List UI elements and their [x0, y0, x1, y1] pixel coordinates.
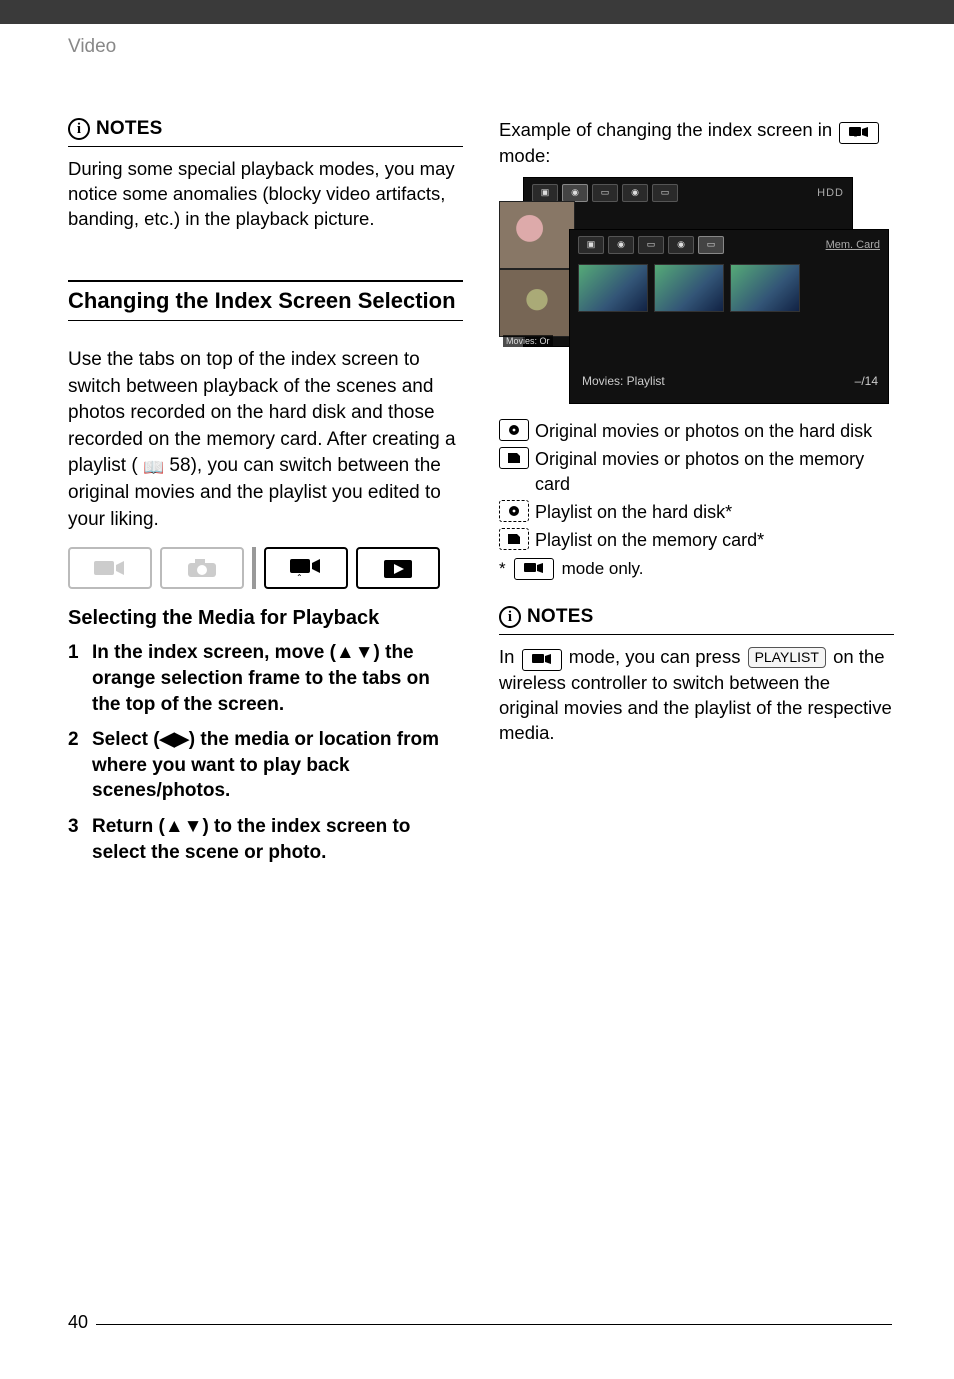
mode-camcorder-rec	[68, 547, 152, 589]
hdd-icon	[499, 419, 529, 441]
page-ref: 58	[169, 455, 190, 476]
top-dark-bar	[0, 0, 954, 24]
playlist-button-label: PLAYLIST	[748, 647, 826, 668]
info-icon: i	[68, 118, 90, 140]
tab-icon: ▣	[532, 184, 558, 202]
notes-heading-row: i NOTES	[499, 606, 894, 628]
tab-icon: ◉	[608, 236, 634, 254]
notes-underline	[499, 634, 894, 635]
front-caption-left: Movies: Playlist	[582, 374, 665, 388]
sd-icon	[499, 447, 529, 469]
rn-mid1: mode, you can press	[569, 646, 741, 667]
notes-underline	[68, 146, 463, 147]
tab-icon: ◉	[562, 184, 588, 202]
left-column: i NOTES During some special playback mod…	[68, 118, 463, 875]
front-screen: ▣ ◉ ▭ ◉ ▭ Mem. Card Movies: Playlist –/1…	[569, 229, 889, 404]
thumbnail	[730, 264, 800, 312]
notes-label: NOTES	[527, 606, 593, 628]
camcorder-play-icon-inline	[522, 649, 562, 671]
front-caption-right: –/14	[855, 374, 878, 388]
legend-text: Original movies or photos on the hard di…	[535, 419, 872, 443]
info-icon: i	[499, 606, 521, 628]
svg-text:⌃: ⌃	[853, 135, 858, 140]
example-after: mode:	[499, 145, 550, 166]
right-notes-body: In mode, you can press PLAYLIST on the w…	[499, 645, 894, 746]
asterisk-star: *	[499, 559, 506, 579]
steps-list: In the index screen, move (▲▼) the orang…	[68, 640, 463, 865]
tab-icon: ▭	[638, 236, 664, 254]
back-right-label: HDD	[817, 187, 844, 199]
notes-heading-row: i NOTES	[68, 118, 463, 140]
example-line: Example of changing the index screen in …	[499, 118, 894, 169]
asterisk-text: mode only.	[562, 559, 644, 579]
legend-row: Original movies or photos on the hard di…	[499, 419, 894, 443]
tab-icon: ▭	[652, 184, 678, 202]
page-number: 40	[68, 1312, 88, 1333]
two-column-layout: i NOTES During some special playback mod…	[0, 58, 954, 875]
example-before: Example of changing the index screen in	[499, 119, 832, 140]
step-1: In the index screen, move (▲▼) the orang…	[68, 640, 463, 717]
left-thumb-strip: Movies: Or	[499, 201, 575, 351]
right-column: Example of changing the index screen in …	[499, 118, 894, 875]
legend-text: Playlist on the memory card*	[535, 528, 764, 552]
back-caption-left: Movies: Or	[503, 335, 553, 347]
tab-icon: ▭	[698, 236, 724, 254]
mode-dial-row: ⌃	[68, 547, 463, 589]
camcorder-play-icon-inline	[514, 558, 554, 580]
mode-camcorder-play: ⌃	[264, 547, 348, 589]
sd-playlist-icon	[499, 528, 529, 550]
tab-icon: ▭	[592, 184, 618, 202]
mode-separator	[252, 547, 256, 589]
tab-icon: ◉	[622, 184, 648, 202]
legend-row: Playlist on the hard disk*	[499, 500, 894, 524]
legend-text: Playlist on the hard disk*	[535, 500, 732, 524]
tab-icon: ▣	[578, 236, 604, 254]
front-right-label: Mem. Card	[826, 239, 880, 251]
footer-rule	[96, 1324, 892, 1325]
asterisk-note: * mode only.	[499, 558, 894, 580]
section-header: Video	[0, 24, 954, 58]
svg-text:⌃: ⌃	[296, 573, 303, 581]
notes-body: During some special playback modes, you …	[68, 157, 463, 232]
legend-list: Original movies or photos on the hard di…	[499, 419, 894, 552]
mode-camera-rec	[160, 547, 244, 589]
section-title: Changing the Index Screen Selection	[68, 280, 463, 321]
book-icon: 📖	[143, 458, 164, 477]
notes-label: NOTES	[96, 118, 162, 140]
legend-row: Original movies or photos on the memory …	[499, 447, 894, 496]
legend-row: Playlist on the memory card*	[499, 528, 894, 552]
thumbnail	[578, 264, 648, 312]
subheading: Selecting the Media for Playback	[68, 607, 463, 630]
example-screenshots: ▣ ◉ ▭ ◉ ▭ HDD Movies: Or ▣ ◉ ▭ ◉	[499, 177, 889, 407]
step-2: Select (◀▶) the media or location from w…	[68, 727, 463, 804]
tab-icon: ◉	[668, 236, 694, 254]
thumbnail	[654, 264, 724, 312]
camcorder-play-icon-inline: ⌃	[839, 122, 879, 144]
mode-photo-play	[356, 547, 440, 589]
legend-text: Original movies or photos on the memory …	[535, 447, 894, 496]
step-3: Return (▲▼) to the index screen to selec…	[68, 814, 463, 865]
intro-paragraph: Use the tabs on top of the index screen …	[68, 347, 463, 533]
rn-before: In	[499, 646, 514, 667]
hdd-playlist-icon	[499, 500, 529, 522]
